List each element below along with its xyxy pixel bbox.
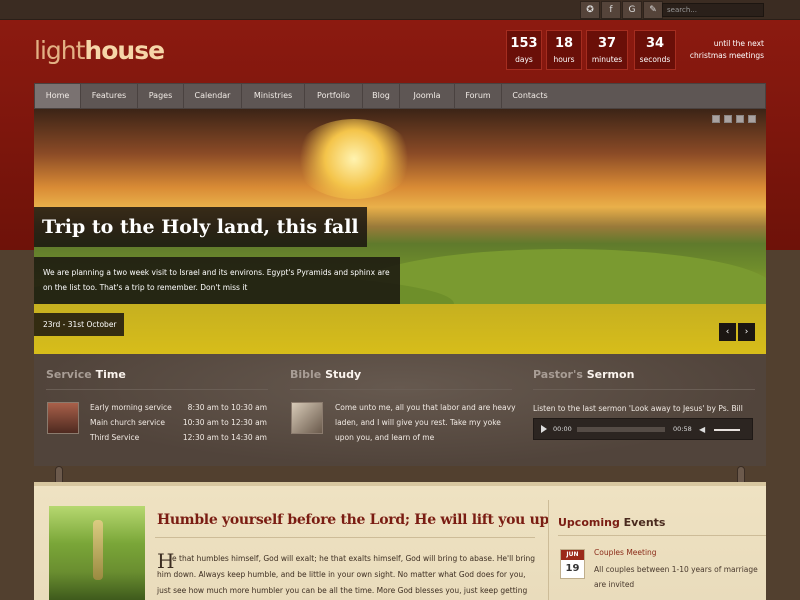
post-rest: him down. Always keep humble, and be lit… (157, 570, 528, 595)
section-title-part: Bible (290, 368, 322, 381)
countdown-hours: 18 hours (546, 30, 582, 70)
slider-dot[interactable] (724, 115, 732, 123)
facebook-icon[interactable]: f (601, 1, 621, 19)
post-title[interactable]: Humble yourself before the Lord; He will… (157, 512, 549, 528)
countdown-caption: until the next christmas meetings (680, 38, 764, 62)
nav-item-ministries[interactable]: Ministries (242, 84, 304, 108)
bible-thumbnail (291, 402, 323, 434)
countdown-caption-line2: christmas meetings (689, 51, 764, 60)
slide-image-field (34, 304, 766, 354)
nav-item-calendar[interactable]: Calendar (184, 84, 241, 108)
current-time: 00:00 (553, 425, 572, 433)
service-thumbnail (47, 402, 79, 434)
event-month: JUN (561, 550, 584, 560)
slide-date: 23rd - 31st October (34, 313, 124, 336)
section-title-part: Upcoming (558, 516, 620, 529)
sidebar-divider (548, 500, 549, 600)
main-nav: Home Features Pages Calendar Ministries … (34, 83, 766, 109)
countdown-value: 153 (510, 36, 538, 51)
post-first-line: e that humbles himself, God will exalt; … (172, 554, 536, 563)
section-title-part: Study (325, 368, 362, 381)
logo-part-house: house (84, 36, 165, 65)
countdown-seconds: 34 seconds (634, 30, 676, 70)
section-title-part: Sermon (586, 368, 635, 381)
countdown-minutes: 37 minutes (586, 30, 628, 70)
divider (290, 389, 512, 390)
service-time-title: Service Time (46, 368, 126, 381)
audio-player: 00:00 00:58 ◀ (533, 418, 753, 440)
slider-dot[interactable] (748, 115, 756, 123)
countdown-unit: seconds (639, 55, 671, 64)
section-title-part: Time (95, 368, 126, 381)
slide-description: We are planning a two week visit to Isra… (34, 257, 400, 304)
bible-study-text: Come unto me, all you that labor and are… (335, 403, 516, 442)
nav-item-home[interactable]: Home (35, 84, 80, 108)
service-name: Early morning service (90, 403, 172, 412)
countdown-days: 153 days (506, 30, 542, 70)
logo-part-light: light (34, 36, 85, 65)
nav-item-features[interactable]: Features (81, 84, 137, 108)
service-time: 10:30 am to 12:30 am (182, 418, 267, 427)
pastors-sermon-title: Pastor's Sermon (533, 368, 634, 381)
post-image-wheat (93, 520, 103, 580)
divider (533, 389, 755, 390)
section-title-part: Service (46, 368, 92, 381)
countdown-unit: hours (553, 55, 575, 64)
countdown-caption-line1: until the next (713, 39, 764, 48)
service-time: 8:30 am to 10:30 am (187, 403, 267, 412)
divider (558, 535, 766, 536)
nav-item-blog[interactable]: Blog (363, 84, 399, 108)
google-icon[interactable]: G (622, 1, 642, 19)
volume-icon[interactable]: ◀ (699, 425, 705, 434)
play-icon[interactable] (541, 425, 547, 433)
progress-bar[interactable] (577, 427, 665, 432)
event-date-calendar-icon: JUN 19 (560, 549, 585, 579)
divider (155, 537, 535, 538)
volume-slider[interactable] (714, 429, 740, 431)
slider-next-button[interactable]: › (738, 323, 755, 341)
slide-title: Trip to the Holy land, this fall (34, 207, 367, 247)
nav-item-joomla[interactable]: Joomla (400, 84, 454, 108)
nav-item-portfolio[interactable]: Portfolio (305, 84, 362, 108)
slider-dot[interactable] (736, 115, 744, 123)
sermon-text: Listen to the last sermon 'Look away to … (533, 404, 743, 413)
event-description: All couples between 1-10 years of marria… (594, 565, 758, 589)
blog-icon[interactable]: ✎ (643, 1, 663, 19)
slider-prev-button[interactable]: ‹ (719, 323, 736, 341)
nav-item-forum[interactable]: Forum (455, 84, 501, 108)
dribbble-icon[interactable]: ✪ (580, 1, 600, 19)
service-name: Third Service (90, 433, 140, 442)
service-name: Main church service (90, 418, 165, 427)
countdown-value: 34 (645, 36, 665, 51)
nav-item-contacts[interactable]: Contacts (502, 84, 558, 108)
service-time: 12:30 am to 14:30 am (182, 433, 267, 442)
countdown-unit: minutes (591, 55, 623, 64)
countdown-unit: days (515, 55, 533, 64)
logo[interactable]: lighthouse (34, 36, 165, 65)
countdown-value: 37 (597, 36, 617, 51)
service-names: Early morning service Main church servic… (90, 400, 172, 445)
post-body: e that humbles himself, God will exalt; … (157, 551, 536, 595)
section-title-part: Events (623, 516, 666, 529)
event-title-link[interactable]: Couples Meeting (594, 548, 657, 557)
slider-dot[interactable] (712, 115, 720, 123)
section-title-part: Pastor's (533, 368, 583, 381)
event-day: 19 (565, 563, 580, 574)
divider (46, 389, 268, 390)
countdown-value: 18 (554, 36, 574, 51)
service-times: 8:30 am to 10:30 am 10:30 am to 12:30 am… (180, 400, 267, 445)
slide-image-sun (294, 119, 414, 199)
total-time: 00:58 (673, 425, 692, 433)
bible-study-title: Bible Study (290, 368, 361, 381)
upcoming-events-title: Upcoming Events (558, 516, 665, 529)
search-input[interactable]: search... (662, 3, 764, 17)
nav-item-pages[interactable]: Pages (138, 84, 183, 108)
